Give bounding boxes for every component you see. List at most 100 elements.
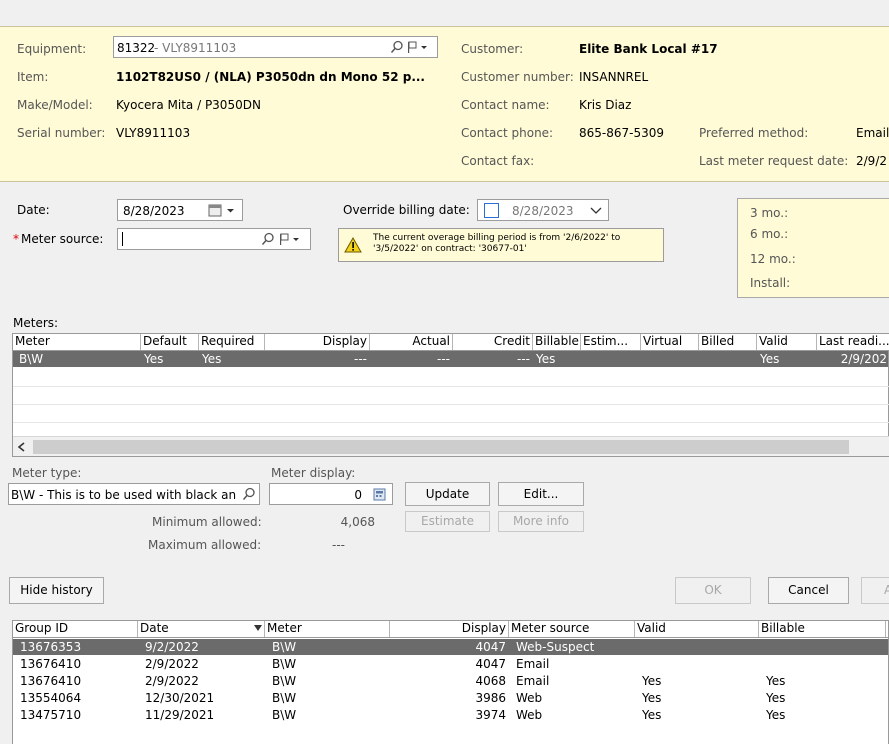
customer-number-value: INSANNREL — [579, 70, 649, 84]
meters-col-valid[interactable]: Valid — [757, 334, 817, 350]
flag-dropdown-icon[interactable] — [406, 40, 428, 54]
history-cell-billable: Yes — [766, 708, 786, 722]
contact-name-value: Kris Diaz — [579, 98, 632, 112]
summary-install-label: Install: — [750, 276, 791, 290]
history-col-billable[interactable]: Billable — [759, 621, 886, 637]
meters-cell-default: Yes — [144, 352, 164, 366]
maximum-allowed-value: --- — [332, 538, 345, 552]
meters-col-default[interactable]: Default — [141, 334, 199, 350]
meters-col-meter[interactable]: Meter — [13, 334, 141, 350]
history-cell-display: 4068 — [475, 674, 506, 688]
meter-source-input[interactable] — [117, 228, 311, 250]
equipment-info-panel: Equipment: 81322 - VLY8911103 Item: 1102… — [0, 26, 889, 182]
history-cell-valid — [639, 639, 759, 655]
history-cell-meter-source: Email — [516, 657, 550, 671]
history-col-date[interactable]: Date — [138, 621, 265, 637]
summary-6mo-label: 6 mo.: — [750, 227, 789, 241]
apply-button[interactable]: A — [861, 577, 889, 604]
meters-col-billed[interactable]: Billed — [699, 334, 757, 350]
history-cell-billable — [763, 639, 886, 655]
meter-display-input[interactable]: 0 — [269, 483, 393, 505]
more-info-button[interactable]: More info — [498, 511, 584, 532]
meters-col-credit[interactable]: Credit — [453, 334, 533, 350]
history-table-row[interactable]: 13676410 2/9/2022 B\W 4068 Email Yes Yes — [13, 673, 888, 689]
history-table-row[interactable]: 13554064 12/30/2021 B\W 3986 Web Yes Yes — [13, 690, 888, 706]
meters-title: Meters: — [13, 316, 59, 330]
estimate-button[interactable]: Estimate — [405, 511, 490, 532]
history-cell-valid — [639, 656, 759, 672]
history-cell-display: 3986 — [475, 691, 506, 705]
sort-descending-icon — [254, 625, 262, 631]
meter-type-label: Meter type: — [12, 466, 82, 480]
cancel-button[interactable]: Cancel — [768, 577, 849, 604]
meters-col-estimated[interactable]: Estim... — [581, 334, 641, 350]
override-billing-label: Override billing date: — [343, 203, 470, 217]
history-cell-date: 11/29/2021 — [145, 708, 215, 722]
meter-type-field[interactable]: B\W - This is to be used with black an — [8, 483, 260, 505]
history-col-group-id[interactable]: Group ID — [13, 621, 138, 637]
meter-summary-panel: 3 mo.: 6 mo.: 12 mo.: Install: — [737, 198, 889, 298]
meters-col-required[interactable]: Required — [199, 334, 265, 350]
meters-horizontal-scrollbar[interactable] — [13, 436, 889, 456]
update-button[interactable]: Update — [405, 482, 490, 506]
history-cell-valid: Yes — [642, 708, 662, 722]
contact-phone-value: 865-867-5309 — [579, 126, 665, 140]
history-table-row[interactable]: 13676353 9/2/2022 B\W 4047 Web-Suspect — [13, 639, 888, 655]
history-cell-meter: B\W — [272, 691, 297, 705]
history-cell-meter: B\W — [272, 657, 297, 671]
meters-col-display[interactable]: Display — [265, 334, 370, 350]
history-col-valid[interactable]: Valid — [635, 621, 759, 637]
history-cell-billable: Yes — [766, 674, 786, 688]
history-cell-display: 4047 — [475, 640, 506, 654]
calculator-icon[interactable] — [373, 488, 387, 501]
meter-display-value: 0 — [354, 488, 362, 502]
history-table-row[interactable]: 13475710 11/29/2021 B\W 3974 Web Yes Yes — [13, 707, 888, 723]
meter-source-label: Meter source: — [21, 232, 104, 246]
meters-table-row[interactable]: B\W Yes Yes --- --- --- Yes Yes 2/9/202 — [13, 351, 888, 367]
search-icon[interactable] — [390, 40, 404, 54]
override-checkbox[interactable] — [484, 203, 499, 218]
customer-value: Elite Bank Local #17 — [579, 42, 718, 56]
item-label: Item: — [17, 70, 49, 84]
history-cell-meter-source: Web — [516, 708, 543, 722]
meters-grid[interactable]: Meter Default Required Display Actual Cr… — [12, 333, 889, 457]
contact-name-label: Contact name: — [461, 98, 550, 112]
edit-button[interactable]: Edit... — [498, 482, 584, 506]
history-table-row[interactable]: 13676410 2/9/2022 B\W 4047 Email — [13, 656, 888, 672]
equipment-field[interactable]: 81322 - VLY8911103 — [113, 36, 438, 58]
last-request-label: Last meter request date: — [699, 154, 849, 168]
chevron-down-icon[interactable] — [590, 206, 602, 216]
serial-value: VLY8911103 — [116, 126, 191, 140]
flag-dropdown-icon[interactable] — [278, 232, 300, 246]
hide-history-button[interactable]: Hide history — [9, 577, 104, 604]
contact-fax-label: Contact fax: — [461, 154, 535, 168]
history-cell-date: 2/9/2022 — [145, 657, 199, 671]
date-picker[interactable]: 8/28/2023 — [117, 199, 243, 221]
history-cell-group-id: 13676410 — [20, 657, 82, 671]
last-request-value: 2/9/2 — [856, 154, 887, 168]
scrollbar-thumb[interactable] — [33, 440, 849, 454]
scroll-left-icon[interactable] — [17, 442, 27, 452]
history-grid[interactable]: Group ID Date Meter Display Meter source… — [12, 620, 889, 744]
calendar-dropdown-icon[interactable] — [208, 204, 240, 218]
search-icon[interactable] — [242, 487, 256, 501]
maximum-allowed-label: Maximum allowed: — [148, 538, 262, 552]
history-col-meter[interactable]: Meter — [265, 621, 390, 637]
meters-col-virtual[interactable]: Virtual — [641, 334, 699, 350]
ok-button[interactable]: OK — [675, 577, 751, 604]
meters-col-billable[interactable]: Billable — [533, 334, 581, 350]
meters-cell-actual: --- — [437, 352, 450, 366]
override-billing-date-field[interactable]: 8/28/2023 — [477, 199, 609, 221]
search-icon[interactable] — [261, 232, 275, 246]
warning-text: The current overage billing period is fr… — [373, 233, 621, 254]
minimum-allowed-label: Minimum allowed: — [152, 515, 262, 529]
history-cell-billable — [763, 656, 886, 672]
meters-cell-required: Yes — [202, 352, 222, 366]
history-col-display[interactable]: Display — [390, 621, 509, 637]
equipment-suffix: - VLY8911103 — [154, 41, 237, 55]
serial-label: Serial number: — [17, 126, 106, 140]
history-cell-date: 2/9/2022 — [145, 674, 199, 688]
meters-col-last-reading[interactable]: Last readi... — [817, 334, 889, 350]
meters-col-actual[interactable]: Actual — [370, 334, 453, 350]
history-col-meter-source[interactable]: Meter source — [509, 621, 635, 637]
